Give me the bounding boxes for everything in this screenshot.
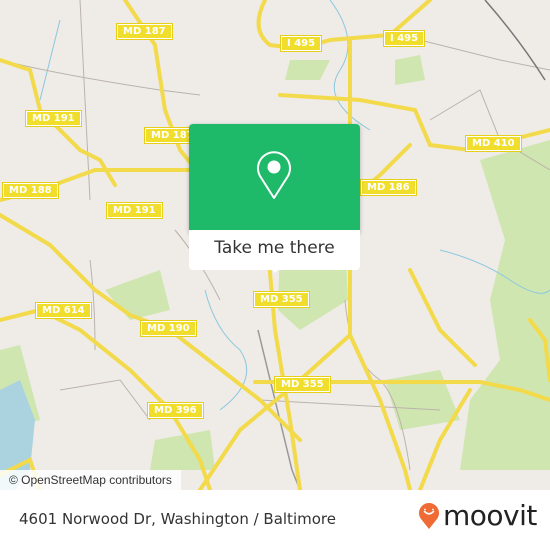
moovit-smile-pin-icon [419,503,439,529]
road-shield-i495-right: I 495 [382,30,426,47]
map-attribution[interactable]: © OpenStreetMap contributors [0,470,181,490]
map-pin-icon [257,151,291,199]
popup-header [189,124,360,230]
road-shield-md191-mid: MD 191 [106,202,163,219]
road-shield-md190: MD 190 [140,320,197,337]
road-shield-md355-top: MD 355 [253,291,310,308]
address-label: 4601 Norwood Dr, Washington / Baltimore [19,510,336,528]
road-shield-md614: MD 614 [35,302,92,319]
road-shield-md186: MD 186 [360,179,417,196]
road-shield-md355-bottom: MD 355 [274,376,331,393]
map-view[interactable]: MD 187 I 495 I 495 MD 191 MD 187 MD 410 … [0,0,550,490]
road-shield-md410: MD 410 [465,135,522,152]
road-shield-md396: MD 396 [147,402,204,419]
popup-pointer [267,264,283,273]
road-shield-md187-top: MD 187 [116,23,173,40]
road-shield-i495-left: I 495 [279,35,323,52]
location-popup: Take me there [189,124,360,273]
footer-bar: 4601 Norwood Dr, Washington / Baltimore … [0,490,550,550]
moovit-logo[interactable]: moovit [418,502,537,530]
road-shield-md188: MD 188 [2,182,59,199]
road-shield-md191-top: MD 191 [25,110,82,127]
moovit-wordmark: moovit [443,499,537,532]
railway [484,0,546,81]
